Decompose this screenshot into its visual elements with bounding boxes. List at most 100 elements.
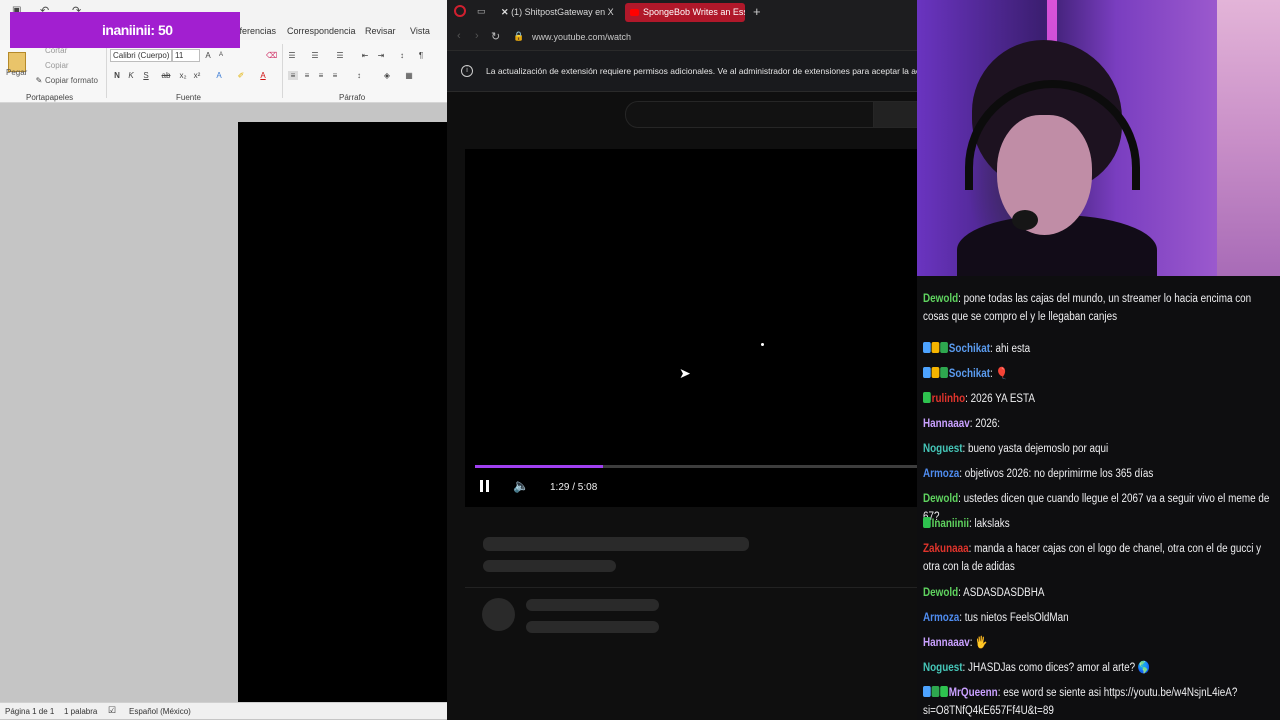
tab-revisar[interactable]: Revisar: [365, 26, 396, 36]
shrink-font-icon[interactable]: A: [216, 51, 226, 60]
skeleton-title: [483, 537, 749, 551]
loading-spinner-icon: [761, 343, 764, 346]
opera-logo-icon[interactable]: [454, 5, 466, 17]
chat-message: Noguest: JHASDJas como dices? amor al ar…: [923, 659, 1276, 677]
format-painter-button[interactable]: Copiar formato: [45, 76, 98, 85]
x-logo-icon: ✕: [501, 7, 509, 17]
pin-badge-icon[interactable]: [923, 342, 931, 353]
superscript-icon[interactable]: x²: [192, 71, 202, 80]
youtube-search-button[interactable]: [873, 101, 917, 128]
proofing-icon[interactable]: ☑: [108, 705, 116, 716]
align-right-icon[interactable]: ≡: [316, 71, 326, 80]
subscript-icon[interactable]: x₂: [178, 71, 188, 80]
align-left-icon[interactable]: ≡: [288, 71, 298, 80]
increase-indent-icon[interactable]: ⇥: [376, 51, 386, 60]
chat-message: rulinho: 2026 YA ESTA: [923, 390, 1276, 408]
chat-message-text: manda a hacer cajas con el logo de chane…: [923, 543, 1262, 573]
word-count[interactable]: 1 palabra: [64, 707, 97, 716]
tab-correspondencia[interactable]: Correspondencia: [287, 26, 356, 36]
borders-icon[interactable]: ▦: [404, 71, 414, 80]
multilevel-list-icon[interactable]: ☰: [335, 51, 345, 60]
chat-username[interactable]: Sochikat: [949, 368, 990, 380]
info-icon: i: [461, 65, 473, 77]
chat-username[interactable]: Noguest: [923, 662, 963, 674]
forward-icon[interactable]: ›: [475, 30, 479, 42]
sub-badge-icon[interactable]: [931, 686, 940, 697]
chat-message-text: lakslaks: [974, 518, 1010, 530]
sort-icon[interactable]: ↕: [397, 51, 407, 60]
volume-icon[interactable]: 🔈: [513, 478, 529, 494]
browser-tab-active[interactable]: SpongeBob Writes an Essay: [625, 3, 745, 22]
youtube-favicon-icon: [630, 9, 639, 16]
bullets-icon[interactable]: ☰: [287, 51, 297, 60]
chat-username[interactable]: Noguest: [923, 443, 963, 455]
chat-username[interactable]: Sochikat: [949, 343, 990, 355]
sub-badge-icon[interactable]: [940, 367, 948, 378]
language-indicator[interactable]: Español (México): [129, 707, 191, 716]
pin-badge-icon[interactable]: [923, 367, 931, 378]
chat-username[interactable]: MrQueenn: [949, 687, 998, 699]
tab-vista[interactable]: Vista: [410, 26, 430, 36]
grow-font-icon[interactable]: A: [203, 51, 213, 60]
chat-message-text: ahi esta: [995, 343, 1031, 355]
font-color-icon[interactable]: A: [258, 71, 268, 80]
stream-chat: Dewold: pone todas las cajas del mundo, …: [917, 276, 1280, 720]
italic-icon[interactable]: K: [126, 71, 136, 80]
chat-username[interactable]: rulinho: [932, 393, 966, 405]
chat-username[interactable]: Armoza: [923, 468, 959, 480]
gem-badge-icon[interactable]: [923, 392, 931, 403]
pilcrow-icon[interactable]: ¶: [416, 51, 426, 60]
workspace-icon[interactable]: ▭: [477, 6, 486, 17]
pin-badge-icon[interactable]: [923, 686, 931, 697]
chat-message-text: tus nietos FeelsOldMan: [964, 612, 1069, 624]
gem-badge-icon[interactable]: [923, 517, 931, 528]
document-page[interactable]: [238, 122, 447, 702]
paste-button[interactable]: Pegar: [6, 68, 27, 77]
highlight-icon[interactable]: ✐: [236, 71, 246, 80]
numbering-icon[interactable]: ☰: [310, 51, 320, 60]
gem-badge-icon[interactable]: [940, 686, 948, 697]
copy-button[interactable]: Copiar: [45, 61, 69, 70]
clipboard-group-label: Portapapeles: [26, 93, 74, 102]
font-name-select[interactable]: Calibri (Cuerpo): [110, 49, 172, 62]
chat-username[interactable]: Inaniinii: [932, 518, 969, 530]
underline-icon[interactable]: S: [141, 71, 151, 80]
chat-username[interactable]: Armoza: [923, 612, 959, 624]
sub-badge-icon[interactable]: [940, 342, 948, 353]
chat-message-text: objetivos 2026: no deprimirme los 365 dí…: [964, 468, 1154, 480]
chat-username[interactable]: Dewold: [923, 493, 958, 505]
browser-tab[interactable]: ✕ (1) ShitpostGateway en X: [501, 3, 619, 22]
align-center-icon[interactable]: ≡: [302, 71, 312, 80]
chat-username[interactable]: Dewold: [923, 587, 958, 599]
clear-format-icon[interactable]: ⌫: [266, 51, 277, 60]
reload-icon[interactable]: ↻: [491, 30, 500, 43]
back-icon[interactable]: ‹: [457, 30, 461, 42]
text-effects-icon[interactable]: A: [214, 71, 224, 80]
crown-badge-icon[interactable]: [931, 367, 940, 378]
chat-username[interactable]: Zakunaaa: [923, 543, 969, 555]
chat-message: Armoza: tus nietos FeelsOldMan: [923, 609, 1276, 627]
chat-username[interactable]: Hannaaav: [923, 637, 970, 649]
new-tab-button[interactable]: +: [753, 4, 761, 19]
line-spacing-icon[interactable]: ↕: [354, 71, 364, 80]
divider: [465, 587, 917, 588]
page-count[interactable]: Página 1 de 1: [5, 707, 54, 716]
chat-username[interactable]: Dewold: [923, 293, 958, 305]
chat-message-text: bueno yasta dejemoslo por aqui: [968, 443, 1109, 455]
video-player[interactable]: [465, 149, 917, 507]
crown-badge-icon[interactable]: [931, 342, 940, 353]
shading-icon[interactable]: ◈: [382, 71, 392, 80]
pause-icon[interactable]: [480, 480, 483, 492]
channel-points-overlay: inaniinii: 50: [10, 12, 240, 48]
strikethrough-icon[interactable]: ab: [161, 71, 171, 80]
bold-icon[interactable]: N: [112, 71, 122, 80]
video-progress-fill: [475, 465, 603, 468]
decrease-indent-icon[interactable]: ⇤: [360, 51, 370, 60]
font-size-select[interactable]: 11: [172, 49, 200, 62]
skeleton-subtitle: [483, 560, 616, 572]
chat-username[interactable]: Hannaaav: [923, 418, 970, 430]
url-field[interactable]: www.youtube.com/watch: [532, 32, 631, 42]
justify-icon[interactable]: ≡: [330, 71, 340, 80]
chat-message-text: ASDASDASDBHA: [963, 587, 1045, 599]
youtube-search-input[interactable]: [625, 101, 875, 128]
